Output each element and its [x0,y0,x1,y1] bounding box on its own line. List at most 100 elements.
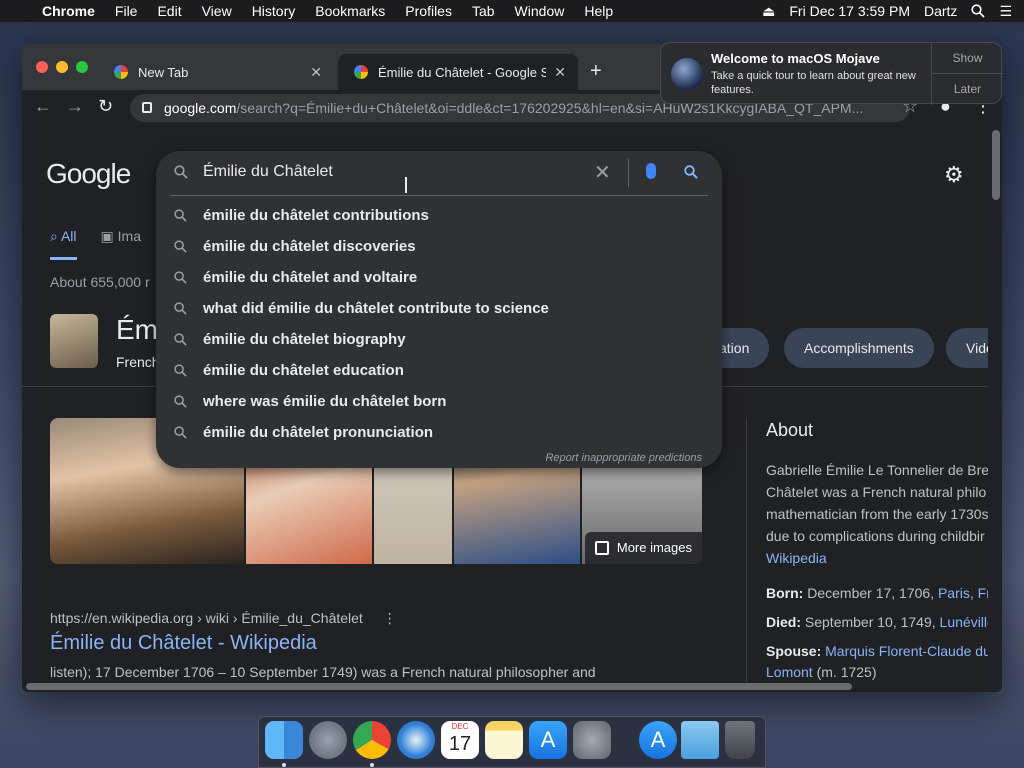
about-source-link[interactable]: Wikipedia [766,547,988,569]
macos-notification[interactable]: Welcome to macOS Mojave Take a quick tou… [660,42,1003,105]
deathplace-link[interactable]: Lunéville [940,614,988,630]
result-menu-icon[interactable]: ⋮ [383,610,397,626]
tab-google-search[interactable]: Émilie du Châtelet - Google Se ✕ [338,54,578,90]
menu-clock[interactable]: Fri Dec 17 3:59 PM [789,3,910,19]
panel-divider [746,418,747,682]
suggestion-item[interactable]: where was émilie du châtelet born [156,386,722,417]
menu-window[interactable]: Window [505,0,575,22]
eject-icon[interactable]: ⏏ [762,3,775,20]
menu-file[interactable]: File [105,0,148,22]
suggestion-item[interactable]: émilie du châtelet education [156,355,722,386]
fact-value: September 10, 1749, [804,614,936,630]
suggestion-item[interactable]: émilie du châtelet biography [156,324,722,355]
about-panel: About Gabrielle Émilie Le Tonnelier de B… [766,420,988,682]
suggestion-text: émilie du châtelet and voltaire [203,269,418,286]
downloads-folder-icon[interactable] [681,721,719,759]
close-window-button[interactable] [36,61,48,73]
text-cursor [405,177,407,193]
close-tab-icon[interactable]: ✕ [554,64,566,81]
app-store-icon[interactable]: A [529,721,567,759]
knowledge-panel-thumbnail[interactable] [50,314,98,368]
menu-tab[interactable]: Tab [462,0,505,22]
knowledge-panel-subtitle: French [116,354,160,370]
more-images-button[interactable]: More images [584,532,702,564]
suggestion-item[interactable]: émilie du châtelet contributions [156,200,722,231]
settings-gear-icon[interactable]: ⚙ [944,162,964,188]
close-tab-icon[interactable]: ✕ [310,64,322,81]
search-icon [174,209,187,222]
tab-title: New Tab [138,64,189,80]
search-icon [174,426,187,439]
suggestion-item[interactable]: émilie du châtelet and voltaire [156,262,722,293]
search-suggestions: Émilie du Châtelet ✕ émilie du châtelet … [156,151,722,468]
show-button[interactable]: Show [931,43,1003,74]
chrome-favicon-icon [114,65,128,79]
menu-bookmarks[interactable]: Bookmarks [305,0,395,22]
google-favicon-icon [354,65,368,79]
report-predictions-link[interactable]: Report inappropriate predictions [545,452,702,464]
window-controls [36,61,88,73]
vertical-scrollbar[interactable] [992,130,1000,200]
url-host: google.com [164,100,237,116]
status-area: ⏏ Fri Dec 17 3:59 PM Dartz ☰ [762,0,1024,22]
spouse-link-cont[interactable]: Lomont [766,664,813,680]
about-line: due to complications during childbir [766,528,985,544]
safari-icon[interactable] [397,721,435,759]
spouse-link[interactable]: Marquis Florent-Claude du [825,643,988,659]
search-icon [174,364,187,377]
menu-profiles[interactable]: Profiles [395,0,462,22]
google-logo[interactable]: Google [46,158,131,190]
suggestion-text: what did émilie du châtelet contribute t… [203,300,549,317]
zoom-window-button[interactable] [76,61,88,73]
forward-icon[interactable]: → [66,96,84,117]
fact-label: Spouse: [766,643,822,659]
later-button[interactable]: Later [931,74,1003,105]
system-preferences-icon[interactable] [573,721,611,759]
horizontal-scrollbar[interactable] [26,683,852,690]
more-images-label: More images [616,540,692,555]
notification-center-icon[interactable]: ☰ [999,3,1012,20]
chrome-icon[interactable] [353,721,391,759]
birthplace-link[interactable]: Paris [938,585,970,601]
country-link[interactable]: Fr [978,585,988,601]
fact-spouse-cont: Lomont (m. 1725) [766,662,988,682]
search-icon [174,302,187,315]
menu-help[interactable]: Help [574,0,623,22]
menu-view[interactable]: View [192,0,242,22]
chip-accomplishments[interactable]: Accomplishments [784,328,934,368]
microphone-icon[interactable] [646,163,656,179]
menu-app-name[interactable]: Chrome [32,0,105,22]
spotlight-icon[interactable] [971,4,986,18]
menu-history[interactable]: History [242,0,306,22]
notes-icon[interactable] [485,721,523,759]
chip-videos[interactable]: Vide [946,328,988,368]
result-cite[interactable]: https://en.wikipedia.org › wiki › Émilie… [50,610,397,627]
suggestion-item[interactable]: émilie du châtelet pronunciation [156,417,722,448]
back-icon[interactable]: ← [34,96,52,117]
tab-all[interactable]: ⌕ All [50,228,77,260]
new-tab-button[interactable]: + [590,60,602,83]
notification-title: Welcome to macOS Mojave [711,51,880,66]
suggestion-item[interactable]: what did émilie du châtelet contribute t… [156,293,722,324]
tab-images[interactable]: ▣ Ima [101,228,141,260]
suggestion-text: émilie du châtelet education [203,362,404,379]
search-submit-icon[interactable] [684,165,698,179]
suggestion-item[interactable]: émilie du châtelet discoveries [156,231,722,262]
search-input[interactable]: Émilie du Châtelet [203,163,333,181]
notification-body: Take a quick tour to learn about great n… [711,70,916,96]
minimize-window-button[interactable] [56,61,68,73]
menu-edit[interactable]: Edit [147,0,191,22]
result-title-link[interactable]: Émilie du Châtelet - Wikipedia [50,632,317,655]
trash-icon[interactable] [725,721,755,759]
search-icon [174,395,187,408]
search-icon [174,333,187,346]
menu-user[interactable]: Dartz [924,3,957,19]
reload-icon[interactable]: ↻ [98,96,113,117]
launchpad-icon[interactable] [309,721,347,759]
tab-new-tab[interactable]: New Tab ✕ [98,54,334,90]
search-box[interactable]: Émilie du Châtelet ✕ [156,151,722,195]
calendar-icon[interactable]: DEC 17 [441,721,479,759]
clear-search-icon[interactable]: ✕ [594,160,611,185]
finder-icon[interactable] [265,721,303,759]
app-store-downloads-icon[interactable]: A [639,721,677,759]
